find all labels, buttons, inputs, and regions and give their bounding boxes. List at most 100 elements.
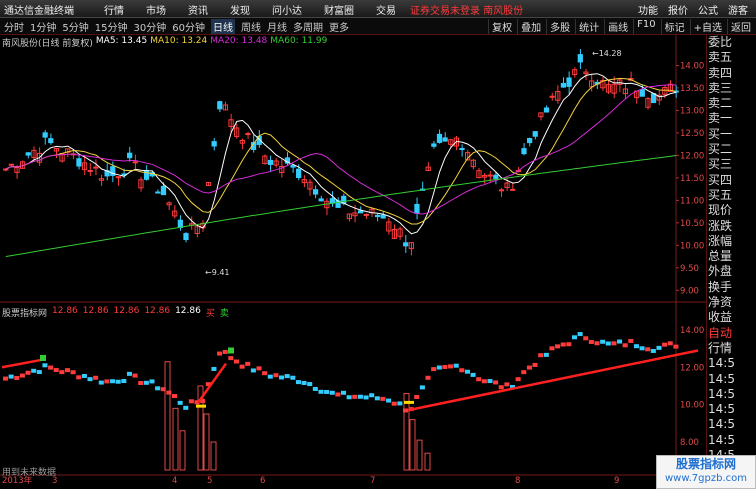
indicator-block xyxy=(87,377,93,382)
indicator-block xyxy=(284,374,290,379)
indicator-block xyxy=(98,380,104,385)
candle-body xyxy=(358,210,364,214)
candle-body xyxy=(177,219,183,229)
indicator-block xyxy=(504,382,510,387)
indicator-block xyxy=(104,379,110,384)
period-tab[interactable]: 15分钟 xyxy=(95,19,128,34)
indicator-block xyxy=(667,341,673,346)
candle-body xyxy=(160,185,167,196)
y-tick-label: 14.00 xyxy=(680,61,704,71)
indicator-block xyxy=(324,389,330,394)
menu-item-discover[interactable]: 发现 xyxy=(230,2,250,17)
candle-body xyxy=(42,132,48,138)
menu-item-news[interactable]: 资讯 xyxy=(188,2,208,17)
indicator-block xyxy=(233,359,239,364)
period-tab[interactable]: 1分钟 xyxy=(30,19,56,34)
sell-label: 卖 xyxy=(219,309,229,319)
candle-body xyxy=(183,233,189,240)
menu-item-guest[interactable]: 游客 xyxy=(728,2,748,17)
candle-body xyxy=(498,189,505,192)
site-watermark: 股票指标网 www.7gpzb.com xyxy=(656,455,756,489)
watermark-title: 股票指标网 xyxy=(675,457,736,471)
indicator-block xyxy=(538,353,544,358)
y-tick-label: 13.50 xyxy=(680,84,704,94)
candle-body xyxy=(3,168,9,171)
side-panel-label: 收益 xyxy=(708,310,733,325)
candle-body xyxy=(245,133,251,136)
period-tab[interactable]: 周线 xyxy=(241,19,261,34)
candle-body xyxy=(510,188,516,191)
indicator-block xyxy=(363,395,369,400)
indicator-block xyxy=(81,373,87,378)
menu-item-formula[interactable]: 公式 xyxy=(698,2,718,17)
menu-item-ask[interactable]: 问小达 xyxy=(272,2,302,17)
indicator-block xyxy=(397,401,403,406)
side-panel-label: 14:5 xyxy=(708,402,735,417)
y-tick-label: 10.50 xyxy=(680,219,704,229)
tool-button[interactable]: 复权 xyxy=(488,19,515,34)
histogram-bar xyxy=(424,452,431,471)
histogram-bar xyxy=(164,361,171,471)
ma20-label: MA20: 13.48 xyxy=(210,36,268,46)
period-tab[interactable]: 5分钟 xyxy=(62,19,88,34)
indicator-block xyxy=(290,375,296,380)
side-panel-label: 自动 xyxy=(708,325,733,340)
tool-button[interactable]: 叠加 xyxy=(517,19,544,34)
menu-item-price[interactable]: 报价 xyxy=(668,2,688,17)
tool-button[interactable]: 标记 xyxy=(660,19,688,34)
signal-marker xyxy=(40,354,46,361)
indicator-block xyxy=(481,379,487,384)
period-tab[interactable]: 分时 xyxy=(4,19,24,34)
menu-item-function[interactable]: 功能 xyxy=(638,2,658,17)
indicator-block xyxy=(53,368,59,373)
indicator-block xyxy=(14,375,20,380)
tool-button[interactable]: F10 xyxy=(633,19,658,34)
period-tab[interactable]: 日线 xyxy=(210,19,235,34)
tool-button[interactable]: 统计 xyxy=(575,19,602,34)
indicator-block xyxy=(386,398,392,403)
indicator-block xyxy=(155,386,161,391)
tool-button[interactable]: 画线 xyxy=(604,19,631,34)
period-tab[interactable]: 多周期 xyxy=(293,19,323,34)
signal-marker xyxy=(196,404,206,408)
indicator-block xyxy=(70,370,76,375)
x-axis-label: 9 xyxy=(614,476,619,485)
indicator-block xyxy=(228,356,234,361)
menu-item-trade[interactable]: 交易 xyxy=(376,2,396,17)
indicator-block xyxy=(577,332,583,337)
period-tab[interactable]: 30分钟 xyxy=(133,19,166,34)
tool-button[interactable]: +自选 xyxy=(689,19,725,34)
side-panel-label: 涨幅 xyxy=(708,233,733,248)
x-axis-label: 6 xyxy=(260,476,265,485)
kline-chart[interactable]: 14.00 13.50 13.00 12.50 12.00 11.50 11.00 10.50… xyxy=(0,35,706,485)
indicator-block xyxy=(566,342,572,347)
indicator-block xyxy=(329,390,335,395)
tool-button[interactable]: 多股 xyxy=(546,19,573,34)
login-status[interactable]: 证券交易未登录 南风股份 xyxy=(410,2,523,17)
period-tab[interactable]: 更多 xyxy=(329,19,349,34)
trend-line xyxy=(407,349,699,412)
indicator-value: 12.86 xyxy=(113,306,140,316)
indicator-block xyxy=(25,370,31,375)
candle-body xyxy=(639,89,645,97)
menu-item-wealth[interactable]: 财富圈 xyxy=(324,2,354,17)
period-tab[interactable]: 月线 xyxy=(267,19,287,34)
side-panel-label: 行情 xyxy=(708,340,733,355)
candle-body xyxy=(532,131,538,137)
indicator-value: 12.86 xyxy=(82,306,109,316)
indicator-value: 12.86 xyxy=(144,306,171,316)
period-tab[interactable]: 60分钟 xyxy=(172,19,205,34)
indicator-block xyxy=(493,380,499,385)
indicator-block xyxy=(48,365,54,370)
menu-item-market[interactable]: 市场 xyxy=(146,2,166,17)
menu-item-quotes[interactable]: 行情 xyxy=(104,2,124,17)
candle-body xyxy=(487,174,493,177)
indicator-block xyxy=(662,342,668,347)
indicator-block xyxy=(526,365,532,370)
tool-button[interactable]: 返回 xyxy=(727,19,754,34)
indicator-block xyxy=(256,366,262,371)
indicator-block xyxy=(36,370,42,375)
histogram-bar xyxy=(210,441,217,471)
candle-body xyxy=(403,242,409,247)
indicator-block xyxy=(369,393,375,398)
